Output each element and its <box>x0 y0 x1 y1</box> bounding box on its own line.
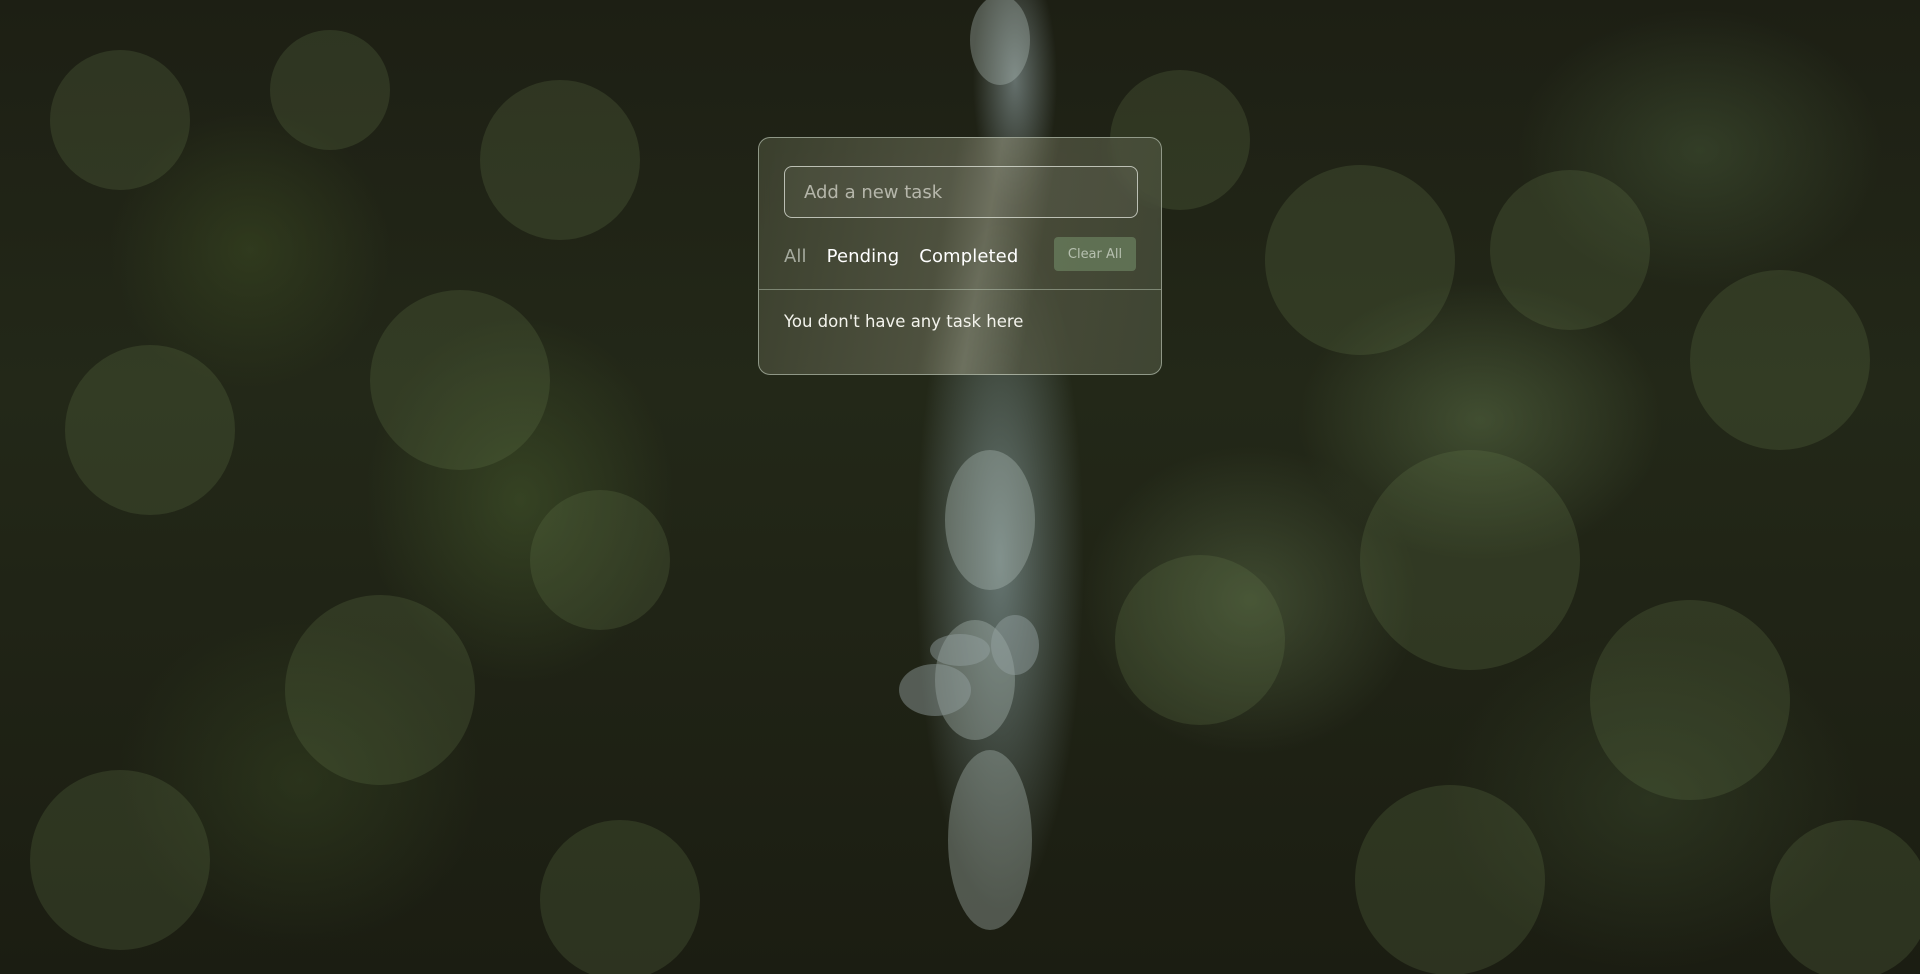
divider <box>759 289 1161 290</box>
clear-all-button[interactable]: Clear All <box>1054 237 1136 271</box>
task-input[interactable] <box>784 166 1138 218</box>
empty-task-message: You don't have any task here <box>784 312 1024 331</box>
filter-all-tab[interactable]: All <box>784 246 807 267</box>
filter-completed-tab[interactable]: Completed <box>919 246 1018 267</box>
filter-pending-tab[interactable]: Pending <box>827 246 900 267</box>
filter-tabs: All Pending Completed <box>784 242 1018 270</box>
todo-card: All Pending Completed Clear All You don'… <box>758 137 1162 375</box>
